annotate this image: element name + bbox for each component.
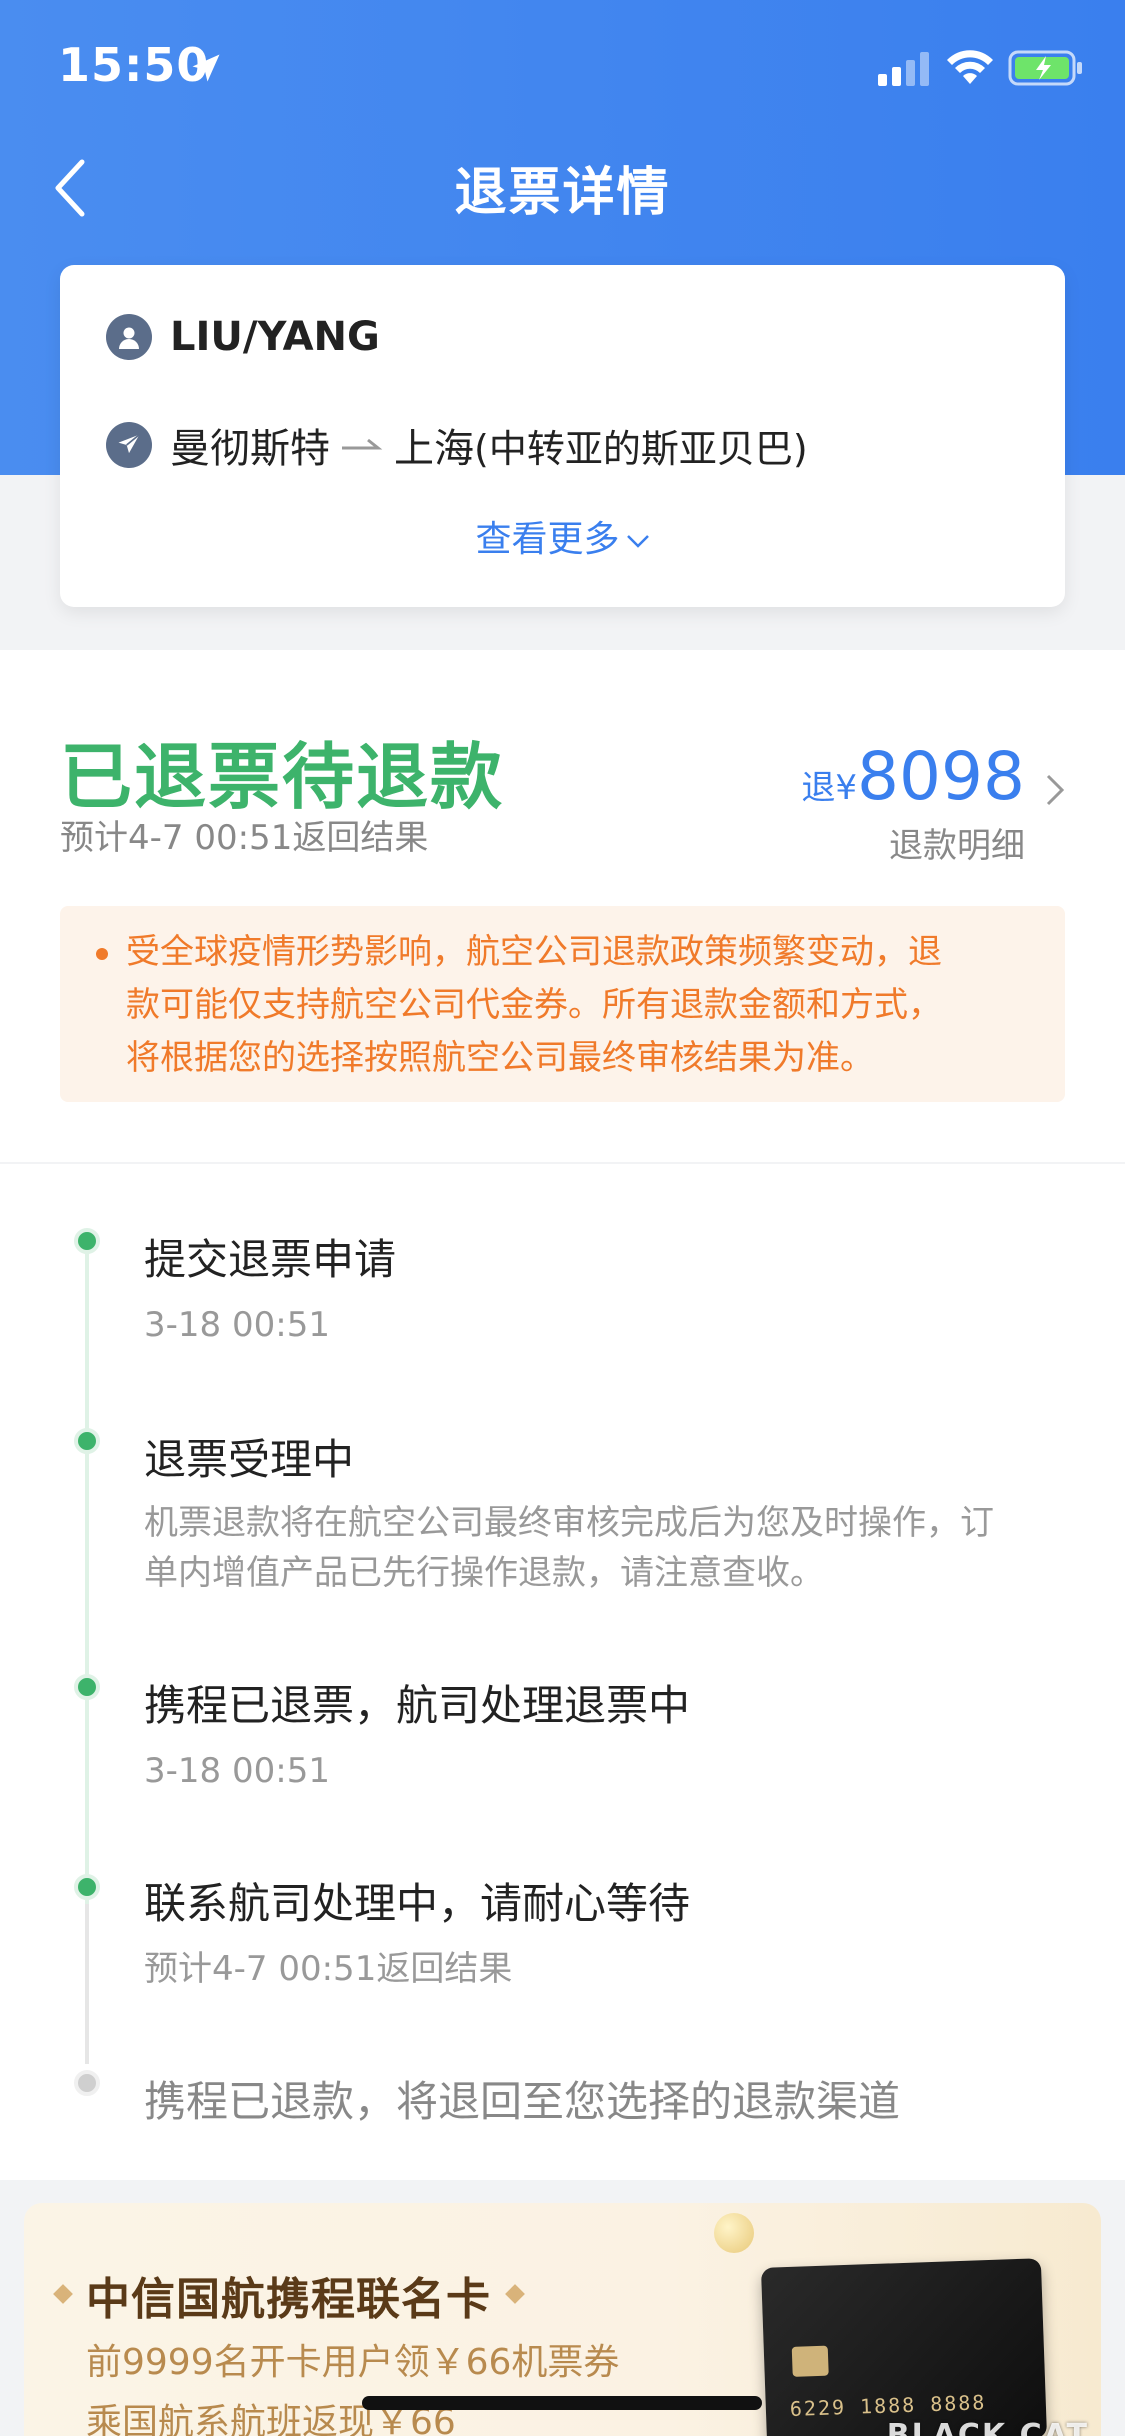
route-transit: (中转亚的斯亚贝巴) [474,426,808,471]
timeline-dot-pending [74,2070,100,2096]
timeline-step-detail: 3-18 00:51 [144,1751,330,1791]
page-title: 退票详情 [454,163,671,223]
route-origin: 曼彻斯特 [170,426,330,472]
card-chip-icon [791,2345,829,2377]
refund-detail-link[interactable]: 退款明细 [889,818,1025,867]
chevron-down-icon [626,535,649,548]
notice-line: 款可能仅支持航空公司代金券。所有退款金额和方式， [126,985,942,1025]
notice-line: 将根据您的选择按照航空公司最终审核结果为准。 [126,1038,874,1078]
refund-amount[interactable]: 退¥8098 [801,738,1025,815]
status-bar: 15:50 [0,0,1125,140]
wifi-icon [947,50,993,84]
refund-amount-value: 8098 [857,738,1025,815]
timeline-step-title: 携程已退款，将退回至您选择的退款渠道 [144,2077,901,2126]
refund-status-section: 已退票待退款 预计4-7 00:51返回结果 退¥8098 退款明细 受全球疫情… [0,650,1125,1162]
see-more-link[interactable]: 查看更多 [60,510,1065,562]
passenger-name: LIU/YANG [170,314,380,360]
promo-title: 中信国航携程联名卡 [86,2274,491,2325]
battery-charging-icon [1008,50,1082,86]
notice-bullet [96,948,108,960]
refund-expected-time: 预计4-7 00:51返回结果 [60,818,429,858]
cellular-signal-icon [878,52,929,86]
route-destination: 上海 [394,426,474,472]
refund-status-title: 已退票待退款 [60,735,505,819]
timeline-line-pending [85,1904,89,2064]
status-time: 15:50 [58,38,210,92]
coin-icon [714,2213,754,2253]
promo-offer-line: 前9999名开卡用户领￥66机票券 [86,2342,620,2383]
timeline-dot [74,1228,100,1254]
timeline-step-detail: 单内增值产品已先行操作退款，请注意查收。 [144,1553,824,1593]
timeline-step-detail: 3-18 00:51 [144,1305,330,1345]
airplane-icon [106,422,152,468]
watermark: BLACK CAT [886,2418,1089,2436]
home-indicator[interactable] [362,2396,762,2410]
route-row: 曼彻斯特 上海 (中转亚的斯亚贝巴) [106,415,808,475]
timeline-step-title: 提交退票申请 [144,1235,397,1284]
timeline-step-title: 退票受理中 [144,1435,355,1484]
passenger-row: LIU/YANG [106,307,380,367]
see-more-label: 查看更多 [475,519,620,560]
timeline-step-title: 联系航司处理中，请耐心等待 [144,1879,691,1928]
timeline-step-detail: 机票退款将在航空公司最终审核完成后为您及时操作，订 [144,1503,994,1543]
timeline-dot [74,1874,100,1900]
nav-bar: 退票详情 [0,140,1125,240]
timeline-step-title: 携程已退票，航司处理退票中 [144,1681,691,1730]
card-number: 6229 1888 8888 [789,2390,987,2422]
timeline-dot [74,1428,100,1454]
person-icon [106,314,152,360]
timeline-dot [74,1674,100,1700]
policy-notice: 受全球疫情形势影响，航空公司退款政策频繁变动，退 款可能仅支持航空公司代金券。所… [60,906,1065,1102]
diamond-icon [505,2284,525,2304]
location-arrow-icon [192,54,220,82]
diamond-icon [53,2284,73,2304]
refund-progress-timeline: 提交退票申请 3-18 00:51 退票受理中 机票退款将在航空公司最终审核完成… [0,1164,1125,2180]
notice-line: 受全球疫情形势影响，航空公司退款政策频繁变动，退 [126,932,942,972]
passenger-card: LIU/YANG 曼彻斯特 上海 (中转亚的斯亚贝巴) 查看更多 [60,265,1065,607]
chevron-right-icon[interactable] [1043,770,1067,810]
route-arrow-icon [342,438,383,450]
refund-amount-prefix: 退¥ [801,768,858,808]
bank-card-image: 6229 1888 8888 [760,2258,1048,2436]
timeline-step-detail: 预计4-7 00:51返回结果 [144,1949,513,1989]
